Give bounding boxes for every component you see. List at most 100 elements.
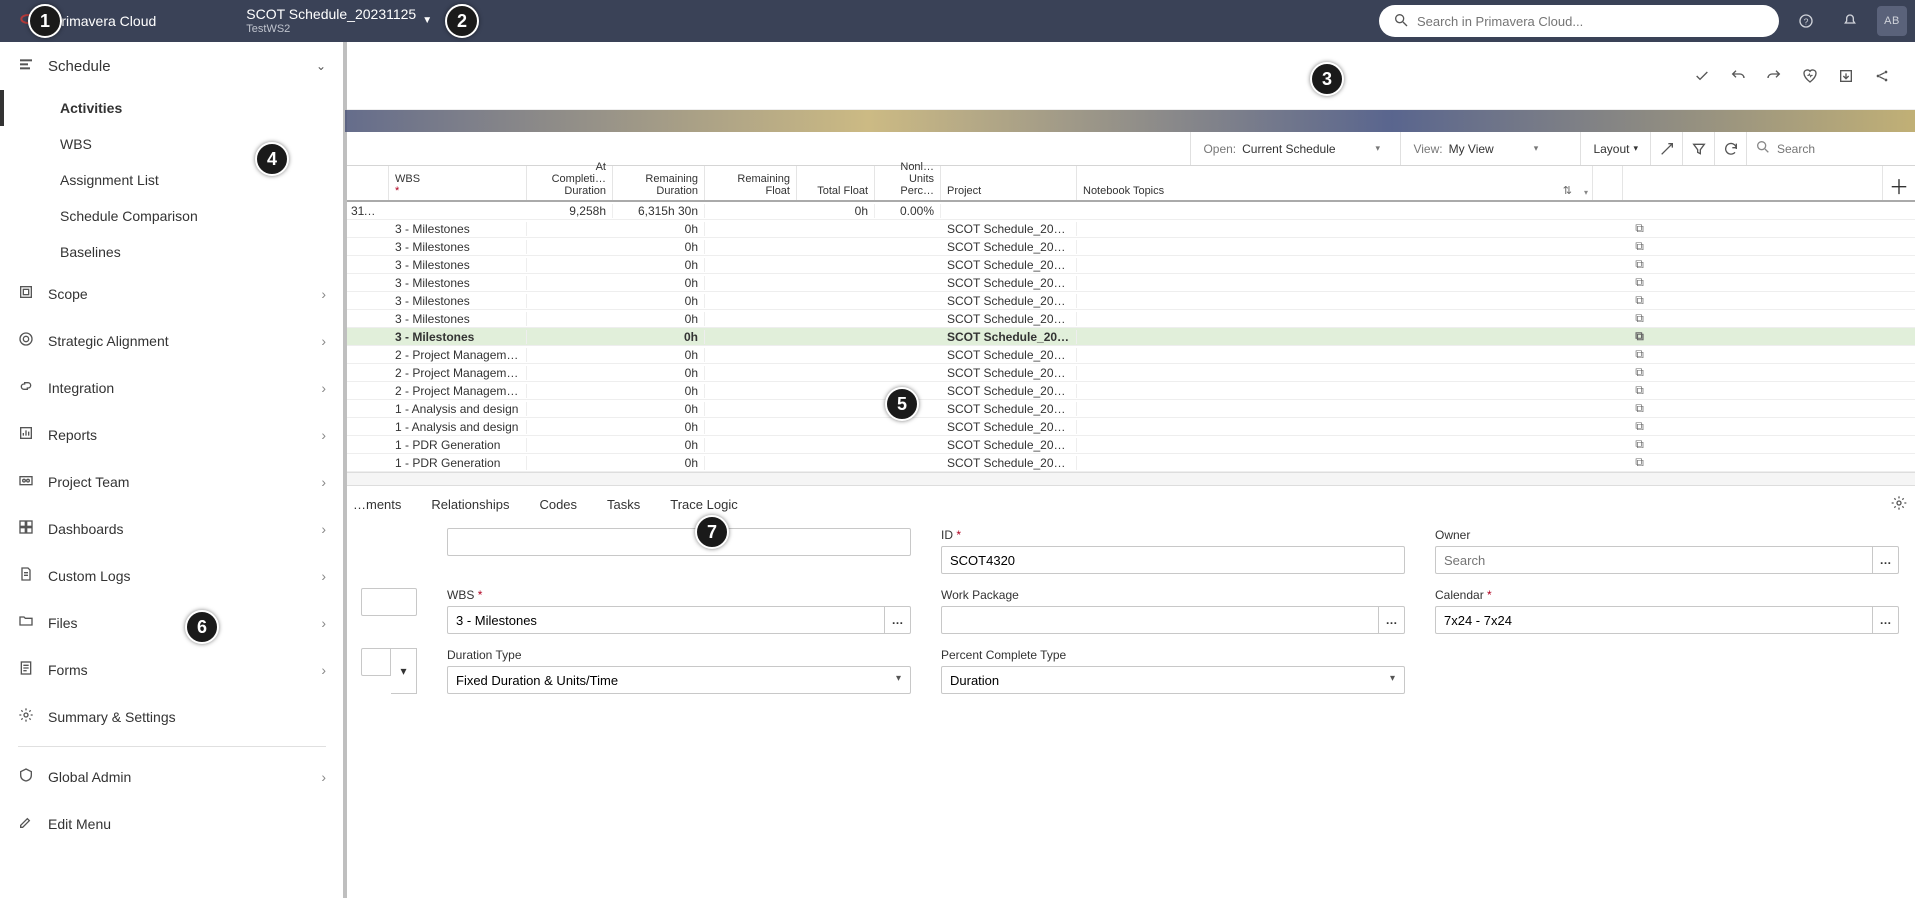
table-row[interactable]: 3 - Milestones0hSCOT Schedule_20231…⧉ — [345, 292, 1915, 310]
detail-tab[interactable]: Codes — [539, 497, 577, 512]
summary-row[interactable]: 31125 9,258h 6,315h 30n 0h 0.00% — [345, 202, 1915, 220]
id-field[interactable] — [941, 546, 1405, 574]
copy-icon[interactable]: ⧉ — [1635, 293, 1644, 307]
refresh-icon[interactable] — [1714, 132, 1746, 165]
sort-icon[interactable]: ⇅ — [1563, 184, 1572, 197]
table-row[interactable]: 1 - Analysis and design0hSCOT Schedule_2… — [345, 418, 1915, 436]
work-package-field[interactable] — [941, 606, 1379, 634]
col-notebook-topics[interactable]: Notebook Topics ⇅ ▾ — [1077, 166, 1593, 200]
undo-icon[interactable] — [1723, 61, 1753, 91]
copy-icon[interactable]: ⧉ — [1635, 347, 1644, 361]
sidebar-sub-item[interactable]: Activities — [0, 90, 344, 126]
sidebar-item[interactable]: Strategic Alignment› — [0, 317, 344, 364]
table-row[interactable]: 1 - Analysis and design0hSCOT Schedule_2… — [345, 400, 1915, 418]
copy-icon[interactable]: ⧉ — [1635, 275, 1644, 289]
sidebar-item[interactable]: Global Admin› — [0, 753, 344, 800]
table-row[interactable]: 3 - Milestones0hSCOT Schedule_2023…⧉ — [345, 328, 1915, 346]
copy-icon[interactable]: ⧉ — [1635, 239, 1644, 253]
col-remaining-duration[interactable]: Remaining Duration — [613, 166, 705, 200]
wbs-more-button[interactable]: … — [885, 606, 911, 634]
copy-icon[interactable]: ⧉ — [1635, 455, 1644, 469]
col-leading[interactable] — [345, 166, 389, 200]
detail-tab[interactable]: Trace Logic — [670, 497, 737, 512]
table-row[interactable]: 1 - PDR Generation0hSCOT Schedule_20231…… — [345, 436, 1915, 454]
wand-icon[interactable] — [1650, 132, 1682, 165]
table-row[interactable]: 1 - PDR Generation0hSCOT Schedule_20231…… — [345, 454, 1915, 472]
copy-icon[interactable]: ⧉ — [1635, 437, 1644, 451]
col-nonlabor-units-pct[interactable]: Nonl… Units Perc… — [875, 166, 941, 200]
export-icon[interactable] — [1831, 61, 1861, 91]
redo-icon[interactable] — [1759, 61, 1789, 91]
sidebar-item[interactable]: Project Team› — [0, 458, 344, 505]
stub-field[interactable] — [361, 588, 417, 616]
table-row[interactable]: 3 - Milestones0hSCOT Schedule_20231…⧉ — [345, 310, 1915, 328]
sidebar-item[interactable]: Edit Menu — [0, 800, 344, 847]
table-row[interactable]: 3 - Milestones0hSCOT Schedule_20231…⧉ — [345, 238, 1915, 256]
copy-icon[interactable]: ⧉ — [1635, 401, 1644, 415]
stub-field-2[interactable] — [361, 648, 391, 676]
detail-tab[interactable]: …ments — [353, 497, 401, 512]
col-total-float[interactable]: Total Float — [797, 166, 875, 200]
grid-search-input[interactable] — [1777, 142, 1907, 156]
copy-icon[interactable]: ⧉ — [1635, 383, 1644, 397]
global-search-input[interactable] — [1417, 14, 1765, 29]
table-row[interactable]: 3 - Milestones0hSCOT Schedule_20231…⧉ — [345, 256, 1915, 274]
col-remaining-float[interactable]: Remaining Float — [705, 166, 797, 200]
work-package-more-button[interactable]: … — [1379, 606, 1405, 634]
accept-icon[interactable] — [1687, 61, 1717, 91]
sidebar-item[interactable]: Forms› — [0, 646, 344, 693]
sidebar-item[interactable]: Scope› — [0, 270, 344, 317]
sidebar-item[interactable]: Dashboards› — [0, 505, 344, 552]
sidebar-sub-item[interactable]: WBS — [0, 126, 344, 162]
table-row[interactable]: 2 - Project Management0hSCOT Schedule_20… — [345, 382, 1915, 400]
user-avatar[interactable]: AB — [1877, 6, 1907, 36]
view-switcher[interactable]: View: My View — [1400, 132, 1580, 165]
duration-type-field[interactable] — [447, 666, 911, 694]
grid-search[interactable] — [1746, 132, 1915, 165]
table-row[interactable]: 2 - Project Management0hSCOT Schedule_20… — [345, 346, 1915, 364]
detail-tab[interactable]: Tasks — [607, 497, 640, 512]
sidebar-item[interactable]: Integration› — [0, 364, 344, 411]
copy-icon[interactable]: ⧉ — [1635, 257, 1644, 271]
horizontal-splitter[interactable] — [345, 472, 1915, 486]
calendar-more-button[interactable]: … — [1873, 606, 1899, 634]
add-column-button[interactable]: ＋ — [1883, 171, 1915, 200]
col-project[interactable]: Project — [941, 166, 1077, 200]
sidebar-section-schedule[interactable]: Schedule ⌄ — [0, 42, 344, 90]
sidebar-sub-item[interactable]: Schedule Comparison — [0, 198, 344, 234]
copy-icon[interactable]: ⧉ — [1635, 365, 1644, 379]
help-icon[interactable]: ? — [1789, 4, 1823, 38]
owner-field[interactable] — [1435, 546, 1873, 574]
sidebar-sub-item[interactable]: Assignment List — [0, 162, 344, 198]
stub-dropdown[interactable]: ▾ — [391, 648, 417, 694]
table-row[interactable]: 3 - Milestones0hSCOT Schedule_20231…⧉ — [345, 274, 1915, 292]
copy-icon[interactable]: ⧉ — [1635, 221, 1644, 235]
copy-icon[interactable]: ⧉ — [1635, 311, 1644, 325]
owner-more-button[interactable]: … — [1873, 546, 1899, 574]
sidebar-item[interactable]: Summary & Settings — [0, 693, 344, 740]
project-switcher[interactable]: SCOT Schedule_20231125 TestWS2 ▼ — [246, 6, 432, 36]
sidebar-item[interactable]: Reports› — [0, 411, 344, 458]
global-search[interactable] — [1379, 5, 1779, 37]
sidebar-item[interactable]: Custom Logs› — [0, 552, 344, 599]
detail-tab[interactable]: Relationships — [431, 497, 509, 512]
share-icon[interactable] — [1867, 61, 1897, 91]
calendar-field[interactable] — [1435, 606, 1873, 634]
col-wbs[interactable]: WBS * — [389, 166, 527, 200]
table-row[interactable]: 3 - Milestones0hSCOT Schedule_20231…⧉ — [345, 220, 1915, 238]
bell-icon[interactable] — [1833, 4, 1867, 38]
table-row[interactable]: 2 - Project Management0hSCOT Schedule_20… — [345, 364, 1915, 382]
gear-icon[interactable] — [1891, 495, 1907, 514]
health-icon[interactable] — [1795, 61, 1825, 91]
copy-icon[interactable]: ⧉ — [1635, 419, 1644, 433]
pct-complete-type-field[interactable] — [941, 666, 1405, 694]
layout-switcher[interactable]: Layout ▾ — [1580, 132, 1650, 165]
col-at-completion-duration[interactable]: At Completi… Duration — [527, 166, 613, 200]
name-field[interactable] — [447, 528, 911, 556]
sidebar-sub-item[interactable]: Baselines — [0, 234, 344, 270]
filter-icon[interactable] — [1682, 132, 1714, 165]
open-switcher[interactable]: Open: Current Schedule — [1190, 132, 1400, 165]
wbs-field[interactable] — [447, 606, 885, 634]
copy-icon[interactable]: ⧉ — [1635, 329, 1644, 343]
sidebar-item[interactable]: Files› — [0, 599, 344, 646]
